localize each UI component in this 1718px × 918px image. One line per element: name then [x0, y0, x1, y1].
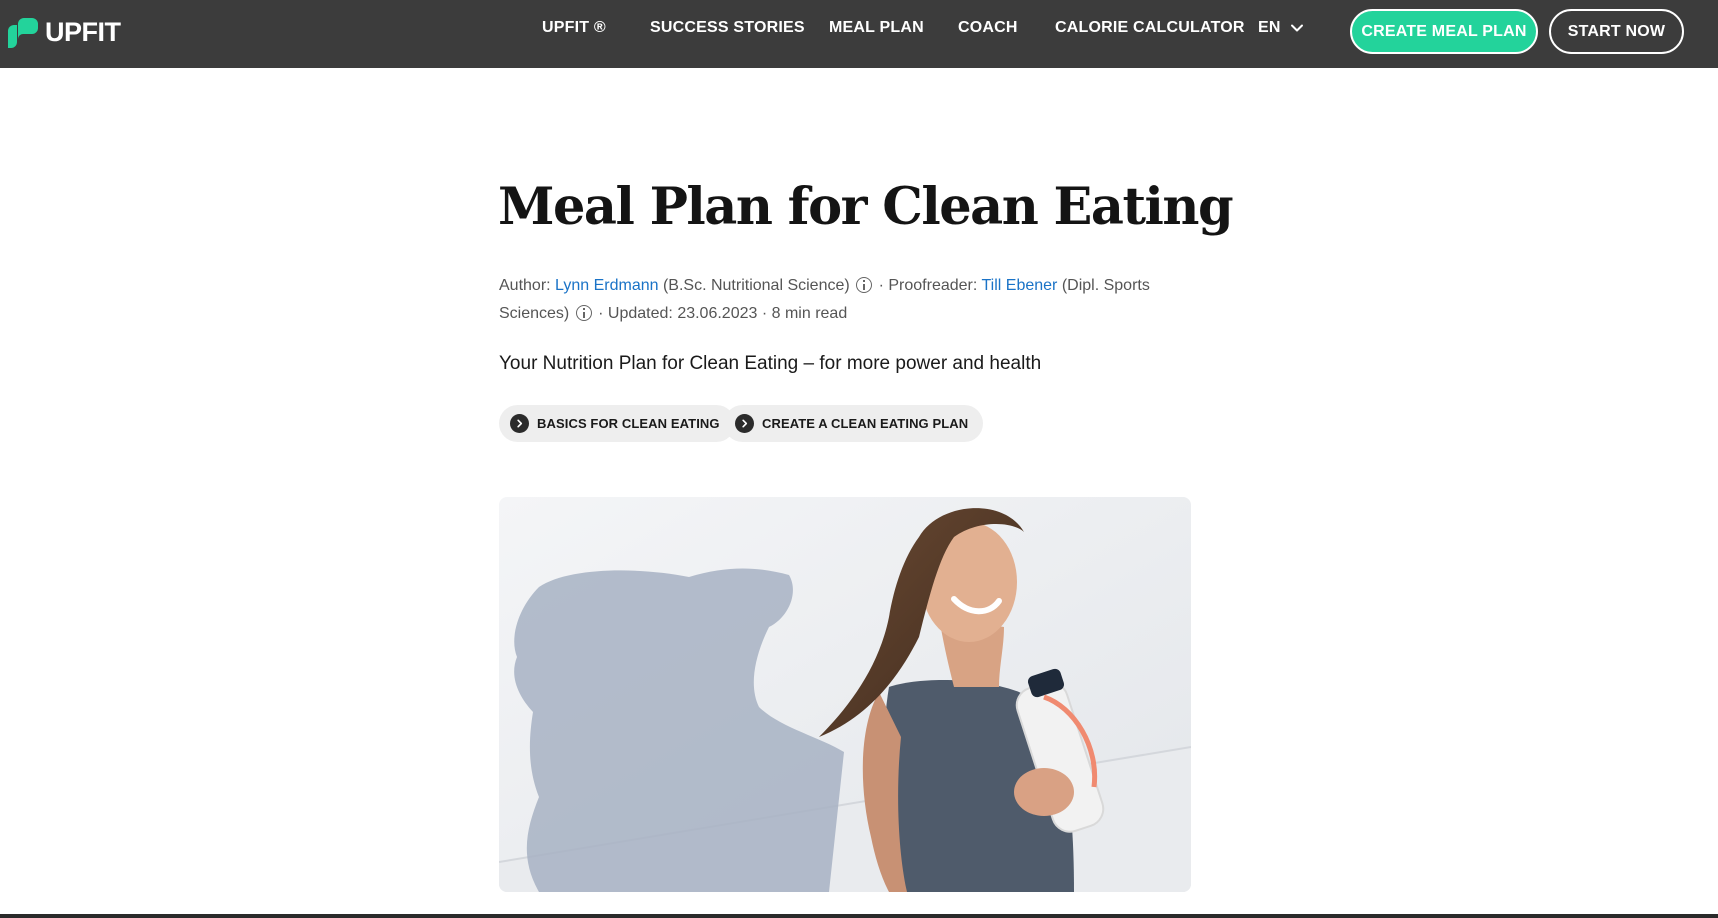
language-label: EN — [1258, 19, 1281, 36]
chevron-down-icon — [1290, 21, 1304, 35]
brand-name: UPFIT — [45, 16, 121, 47]
proofreader-prefix: · Proofreader: — [878, 277, 978, 294]
updated-date: · Updated: 23.06.2023 — [598, 305, 758, 322]
upfit-logo-icon — [6, 16, 38, 48]
nav-coach[interactable]: COACH — [958, 0, 1018, 56]
jump-link-label: BASICS FOR CLEAN EATING — [537, 416, 720, 431]
jump-link-basics[interactable]: BASICS FOR CLEAN EATING — [499, 405, 735, 442]
language-selector[interactable]: EN — [1258, 0, 1304, 56]
start-now-button[interactable]: START NOW — [1549, 9, 1684, 54]
hero-image — [499, 497, 1191, 892]
top-navbar: UPFIT UPFIT ® SUCCESS STORIES MEAL PLAN … — [0, 0, 1718, 68]
create-meal-plan-button[interactable]: CREATE MEAL PLAN — [1350, 9, 1538, 54]
article-subtitle: Your Nutrition Plan for Clean Eating – f… — [499, 353, 1042, 374]
page-bottom-edge — [0, 914, 1718, 918]
author-info-icon[interactable] — [856, 277, 873, 293]
read-time: · 8 min read — [761, 305, 848, 322]
author-credential: (B.Sc. Nutritional Science) — [662, 277, 850, 294]
jump-link-create-plan[interactable]: CREATE A CLEAN EATING PLAN — [724, 405, 984, 442]
nav-upfit[interactable]: UPFIT ® — [542, 0, 606, 56]
proofreader-link[interactable]: Till Ebener — [981, 277, 1057, 294]
brand-logo[interactable]: UPFIT — [6, 16, 121, 48]
nav-success-stories[interactable]: SUCCESS STORIES — [650, 0, 805, 56]
author-link[interactable]: Lynn Erdmann — [555, 277, 658, 294]
nav-calorie-calculator[interactable]: CALORIE CALCULATOR — [1055, 0, 1245, 56]
proofreader-info-icon[interactable] — [575, 305, 592, 321]
author-prefix: Author: — [499, 277, 551, 294]
article-meta: Author: Lynn Erdmann (B.Sc. Nutritional … — [499, 272, 1199, 328]
page-title: Meal Plan for Clean Eating — [498, 177, 1234, 237]
jump-link-label: CREATE A CLEAN EATING PLAN — [762, 416, 969, 431]
chevron-right-icon — [735, 414, 754, 433]
chevron-right-icon — [510, 414, 529, 433]
nav-meal-plan[interactable]: MEAL PLAN — [829, 0, 924, 56]
